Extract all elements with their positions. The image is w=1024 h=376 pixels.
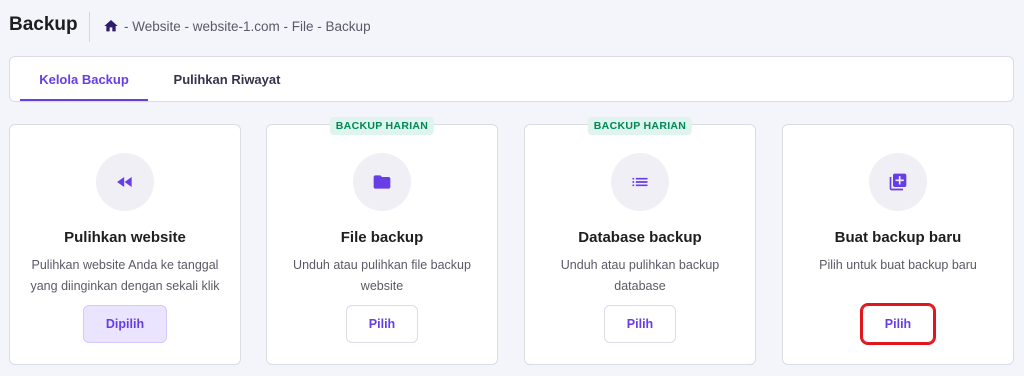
breadcrumb: - Website - website-1.com - File - Backu… xyxy=(124,19,371,34)
tabs-bar: Kelola Backup Pulihkan Riwayat xyxy=(9,56,1014,102)
card-description: Unduh atau pulihkan file backup website xyxy=(293,258,471,293)
list-icon xyxy=(632,177,648,187)
card-file-backup: BACKUP HARIAN File backup Unduh atau pul… xyxy=(266,117,498,365)
pilih-database-backup-button[interactable]: Pilih xyxy=(604,305,676,343)
card-title: File backup xyxy=(340,229,424,246)
card-title: Pulihkan website xyxy=(64,229,186,246)
page-title: Backup xyxy=(9,14,78,35)
add-library-icon xyxy=(889,173,907,191)
rewind-icon xyxy=(117,177,132,187)
card-description: Pulihkan website Anda ke tanggal yang di… xyxy=(30,258,220,293)
daily-backup-badge: BACKUP HARIAN xyxy=(587,117,693,135)
daily-backup-badge: BACKUP HARIAN xyxy=(329,117,435,135)
icon-circle xyxy=(96,153,154,211)
page-header: Backup - Website - website-1.com - File … xyxy=(0,0,1024,56)
tab-pulihkan-riwayat[interactable]: Pulihkan Riwayat xyxy=(158,57,296,101)
pilih-create-backup-button[interactable]: Pilih xyxy=(860,303,936,345)
card-title: Database backup xyxy=(578,229,702,246)
card-database-backup: BACKUP HARIAN Database backup Unduh atau… xyxy=(524,117,756,365)
folder-icon xyxy=(373,175,391,189)
card-title: Buat backup baru xyxy=(834,229,962,246)
card-create-backup: Buat backup baru Pilih untuk buat backup… xyxy=(782,124,1014,365)
icon-circle xyxy=(611,153,669,211)
icon-circle xyxy=(869,153,927,211)
tab-kelola-backup[interactable]: Kelola Backup xyxy=(20,57,148,101)
pilih-file-backup-button[interactable]: Pilih xyxy=(346,305,418,343)
dipilih-button[interactable]: Dipilih xyxy=(83,305,167,343)
card-description: Unduh atau pulihkan backup database xyxy=(560,258,720,293)
icon-circle xyxy=(353,153,411,211)
card-description: Pilih untuk buat backup baru xyxy=(819,258,977,272)
home-icon[interactable] xyxy=(103,18,119,34)
card-restore-website: Pulihkan website Pulihkan website Anda k… xyxy=(9,124,241,365)
header-divider xyxy=(89,12,90,42)
